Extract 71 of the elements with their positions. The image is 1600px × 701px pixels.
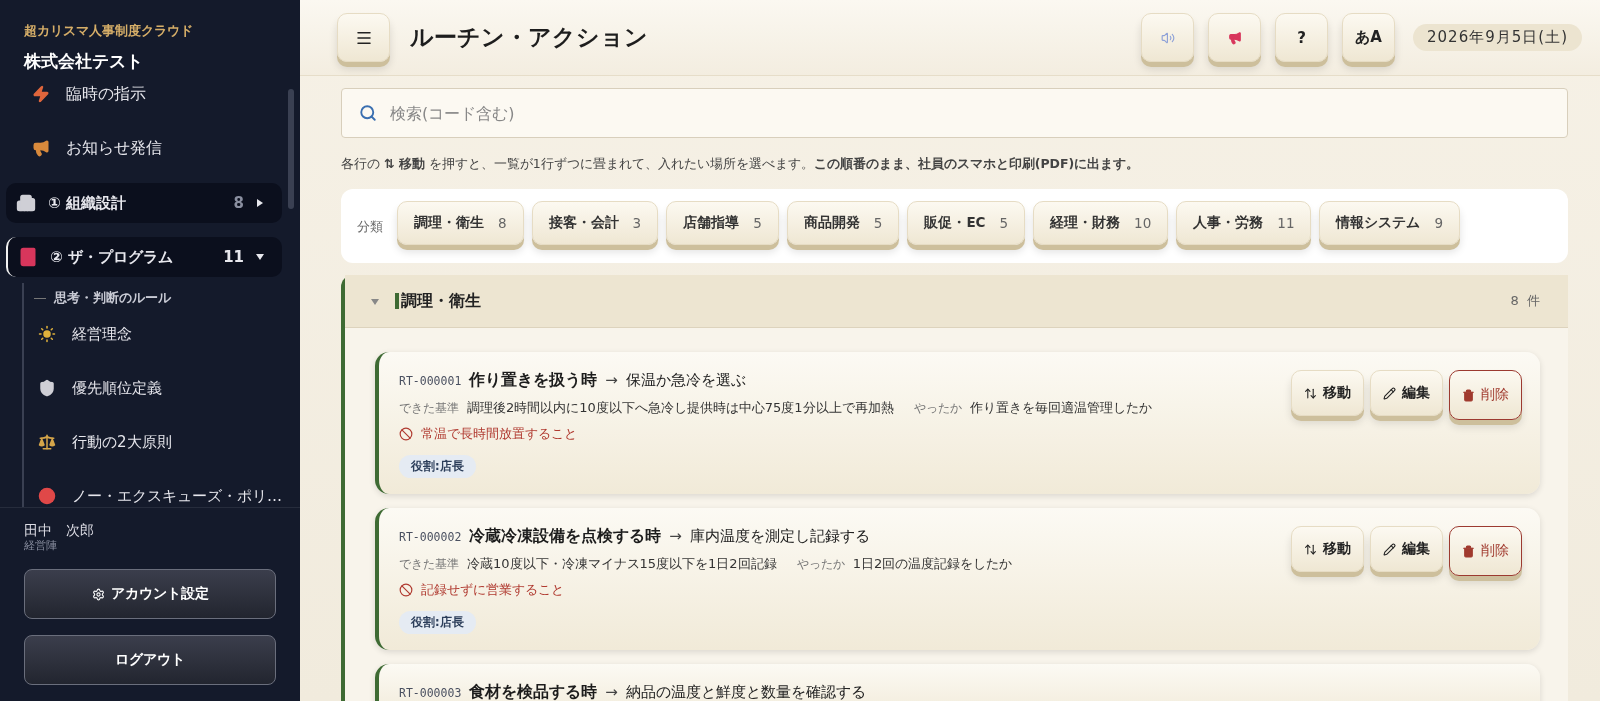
prohibition-text: 記録せずに営業すること [421,581,564,599]
nav-icon [32,85,50,103]
sidebar-item[interactable]: 臨時の指示 [6,79,282,121]
pencil-icon [1383,542,1396,556]
routine-code: RT-000001 [399,374,462,388]
routine-action: 納品の温度と鮮度と数量を確認する [625,683,866,701]
criteria-text: 調理後2時間以内に10度以下へ急冷し提供時は中心75度1分以上で再加熱 [467,399,894,417]
user-name: 田中 次郎 [24,522,95,540]
section-icon [18,247,38,267]
sidebar-item[interactable]: 行動の2大原則 [24,415,282,469]
trash-icon [1462,544,1475,558]
megaphone-icon [1227,30,1242,45]
scrollbar[interactable] [288,89,294,209]
page-title: ルーチン・アクション [410,23,649,52]
account-settings-button[interactable]: アカウント設定 [24,569,276,619]
speaker-icon [1160,30,1175,45]
group-header[interactable]: 調理・衛生 8 件 [345,275,1568,328]
group-count: 8 件 [1510,292,1542,310]
sidebar-subheading: 思考・判断のルール [24,283,282,307]
up-down-arrows-icon [1304,542,1317,556]
prohibited-icon [399,427,413,441]
routine-situation: 食材を検品する時 [469,682,598,701]
arrow-text: → [605,683,618,701]
prohibited-icon [399,583,413,597]
check-label: やったか [913,401,962,416]
role-tag: 役割:店長 [399,611,476,634]
user-role: 経営陣 [24,538,58,553]
sidebar-section[interactable]: ① 組織設計 8 [6,183,282,223]
sidebar-section[interactable]: ② ザ・プログラム 11 [6,237,282,277]
caret-icon [256,253,264,261]
sidebar-item[interactable]: 優先順位定義 [24,361,282,415]
criteria-label: できた基準 [399,401,459,416]
arrow-text: → [669,527,682,545]
check-text: 1日2回の温度記録をしたか [852,555,1013,573]
sidebar-item[interactable]: お知らせ発信 [6,121,282,175]
trash-icon [1462,388,1475,402]
sidebar-item[interactable]: ノー・エクスキューズ・ポリ… [24,469,282,507]
app-name: 超カリスマ人事制度クラウド [24,22,194,40]
caret-icon [371,297,379,306]
logout-button[interactable]: ログアウト [24,635,276,685]
nav-icon [38,487,56,505]
role-tag: 役割:店長 [399,455,476,478]
routine-situation: 作り置きを扱う時 [469,370,598,391]
prohibition-text: 常温で長時間放置すること [421,425,577,443]
hint-text: 各行の ⇅ 移動 を押すと、一覧が1行ずつに畳まれて、入れたい場所を選べます。この順番のまま、社員のスマホと印刷(PDF)に出ます。 [341,156,1141,173]
arrow-text: → [605,371,618,389]
filter-label: 分類 [357,218,383,236]
nav-icon [38,325,56,343]
gear-icon [91,587,105,601]
check-text: 作り置きを毎回適温管理したか [969,399,1152,417]
nav-icon [38,433,56,451]
nav-icon [38,379,56,397]
check-label: やったか [796,557,845,572]
pencil-icon [1383,386,1396,400]
search-icon [359,104,377,122]
sidebar-item[interactable]: 経営理念 [24,307,282,361]
routine-code: RT-000002 [399,530,462,544]
routine-action: 庫内温度を測定し記録する [689,527,870,546]
nav-icon [32,139,50,157]
up-down-arrows-icon [1304,386,1317,400]
routine-code: RT-000003 [399,686,462,700]
caret-icon [256,199,264,207]
date-label: 2026年9月5日(土) [1413,24,1582,51]
criteria-text: 冷蔵10度以下・冷凍マイナス15度以下を1日2回記録 [467,555,777,573]
routine-situation: 冷蔵冷凍設備を点検する時 [469,526,662,547]
criteria-label: できた基準 [399,557,459,572]
section-icon [16,193,36,213]
company-name: 株式会社テスト [24,50,144,73]
group-title: 調理・衛生 [401,290,481,312]
search-field[interactable]: 検索(コード含む) [341,88,1568,138]
routine-action: 保温か急冷を選ぶ [625,371,746,390]
